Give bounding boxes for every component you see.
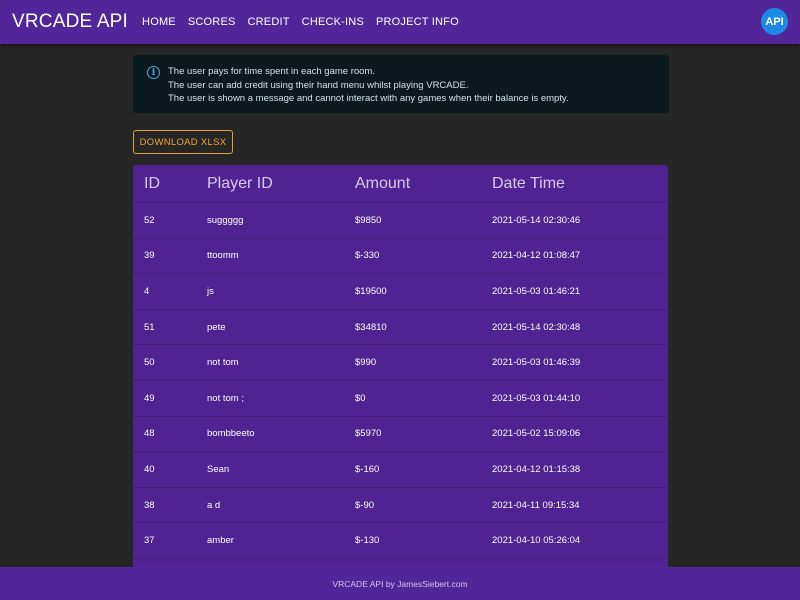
nav-home[interactable]: HOME bbox=[142, 16, 176, 28]
cell-date-time: 2021-05-02 15:09:06 bbox=[492, 428, 581, 440]
cell-date-time: 2021-05-14 02:30:48 bbox=[492, 321, 581, 333]
cell-date-time: 2021-04-10 05:26:04 bbox=[492, 535, 581, 547]
col-header-player-id[interactable]: Player ID bbox=[207, 175, 273, 193]
cell-player-id: not tom bbox=[207, 357, 239, 369]
cell-id: 52 bbox=[144, 214, 155, 226]
cell-id: 4 bbox=[144, 285, 150, 297]
table-body: 52 suggggg $9850 2021-05-14 02:30:46 39 ttoom… bbox=[133, 203, 668, 559]
cell-amount: $-130 bbox=[355, 535, 380, 547]
nav-project-info[interactable]: PROJECT INFO bbox=[376, 16, 459, 28]
cell-player-id: amber bbox=[207, 535, 234, 547]
cell-id: 37 bbox=[144, 535, 155, 547]
cell-id: 49 bbox=[144, 392, 155, 404]
cell-id: 51 bbox=[144, 321, 155, 333]
cell-id: 50 bbox=[144, 357, 155, 369]
cell-amount: $-160 bbox=[355, 463, 380, 475]
table-row[interactable]: 40 Sean $-160 2021-04-12 01:15:38 bbox=[133, 452, 668, 488]
cell-player-id: bombbeeto bbox=[207, 428, 255, 440]
cell-date-time: 2021-05-03 01:46:21 bbox=[492, 285, 581, 297]
table-row[interactable]: 37 amber $-130 2021-04-10 05:26:04 bbox=[133, 523, 668, 559]
cell-amount: $5970 bbox=[355, 428, 382, 440]
table-row[interactable]: 52 suggggg $9850 2021-05-14 02:30:46 bbox=[133, 203, 668, 239]
cell-amount: $0 bbox=[355, 392, 366, 404]
nav-scores[interactable]: SCORES bbox=[188, 16, 236, 28]
cell-id: 48 bbox=[144, 428, 155, 440]
col-header-id[interactable]: ID bbox=[144, 175, 160, 193]
cell-player-id: js bbox=[207, 285, 214, 297]
cell-id: 40 bbox=[144, 463, 155, 475]
cell-player-id: not tom ; bbox=[207, 392, 244, 404]
cell-date-time: 2021-05-03 01:44:10 bbox=[492, 392, 581, 404]
cell-player-id: a d bbox=[207, 499, 221, 511]
table-row[interactable]: 39 ttoomm $-330 2021-04-12 01:08:47 bbox=[133, 239, 668, 275]
table-row[interactable]: 51 pete $34810 2021-05-14 02:30:48 bbox=[133, 310, 668, 346]
footer-credit: VRCADE API by JamesSiebert.com bbox=[332, 578, 468, 589]
cell-amount: $19500 bbox=[355, 285, 387, 297]
cell-player-id: ttoomm bbox=[207, 250, 239, 262]
cell-player-id: Sean bbox=[207, 463, 230, 475]
info-icon: i bbox=[147, 66, 160, 79]
table-header: ID Player ID Amount Date Time bbox=[133, 165, 668, 203]
cell-id: 39 bbox=[144, 250, 155, 262]
cell-date-time: 2021-04-11 09:15:34 bbox=[492, 499, 580, 511]
cell-id: 38 bbox=[144, 499, 155, 511]
credit-table: ID Player ID Amount Date Time 52 suggggg $… bbox=[133, 165, 668, 585]
footer: VRCADE API by JamesSiebert.com bbox=[0, 567, 800, 600]
cell-amount: $990 bbox=[355, 357, 377, 369]
alert-line: The user can add credit using their hand… bbox=[168, 79, 469, 91]
table-row[interactable]: 38 a d $-90 2021-04-11 09:15:34 bbox=[133, 488, 668, 524]
alert-text: The user pays for time spent in each gam… bbox=[168, 65, 569, 113]
table-row[interactable]: 50 not tom $990 2021-05-03 01:46:39 bbox=[133, 345, 668, 381]
nav-credit[interactable]: CREDIT bbox=[248, 16, 290, 28]
cell-date-time: 2021-05-14 02:30:46 bbox=[492, 214, 581, 226]
cell-date-time: 2021-05-03 01:46:39 bbox=[492, 357, 581, 369]
nav-check-ins[interactable]: CHECK-INS bbox=[302, 16, 364, 28]
download-xlsx-button[interactable]: DOWNLOAD XLSX bbox=[133, 130, 233, 154]
cell-date-time: 2021-04-12 01:08:47 bbox=[492, 250, 581, 262]
cell-amount: $34810 bbox=[355, 321, 387, 333]
info-alert: i The user pays for time spent in each g… bbox=[133, 55, 669, 113]
col-header-date-time[interactable]: Date Time bbox=[492, 175, 565, 193]
api-avatar[interactable]: API bbox=[761, 8, 788, 35]
alert-line: The user is shown a message and cannot i… bbox=[168, 93, 569, 104]
cell-amount: $9850 bbox=[355, 214, 382, 226]
cell-amount: $-90 bbox=[355, 499, 375, 511]
app-brand[interactable]: VRCADE API bbox=[12, 11, 128, 33]
table-row[interactable]: 49 not tom ; $0 2021-05-03 01:44:10 bbox=[133, 381, 668, 417]
cell-amount: $-330 bbox=[355, 250, 380, 262]
col-header-amount[interactable]: Amount bbox=[355, 175, 410, 193]
cell-player-id: pete bbox=[207, 321, 226, 333]
alert-line: The user pays for time spent in each gam… bbox=[168, 66, 375, 77]
cell-player-id: suggggg bbox=[207, 214, 244, 226]
table-row[interactable]: 4 js $19500 2021-05-03 01:46:21 bbox=[133, 274, 668, 310]
cell-date-time: 2021-04-12 01:15:38 bbox=[492, 463, 581, 475]
top-navbar: VRCADE API HOME SCORES CREDIT CHECK-INS … bbox=[0, 0, 800, 44]
table-row[interactable]: 48 bombbeeto $5970 2021-05-02 15:09:06 bbox=[133, 417, 668, 453]
main-nav: HOME SCORES CREDIT CHECK-INS PROJECT INF… bbox=[142, 16, 471, 28]
